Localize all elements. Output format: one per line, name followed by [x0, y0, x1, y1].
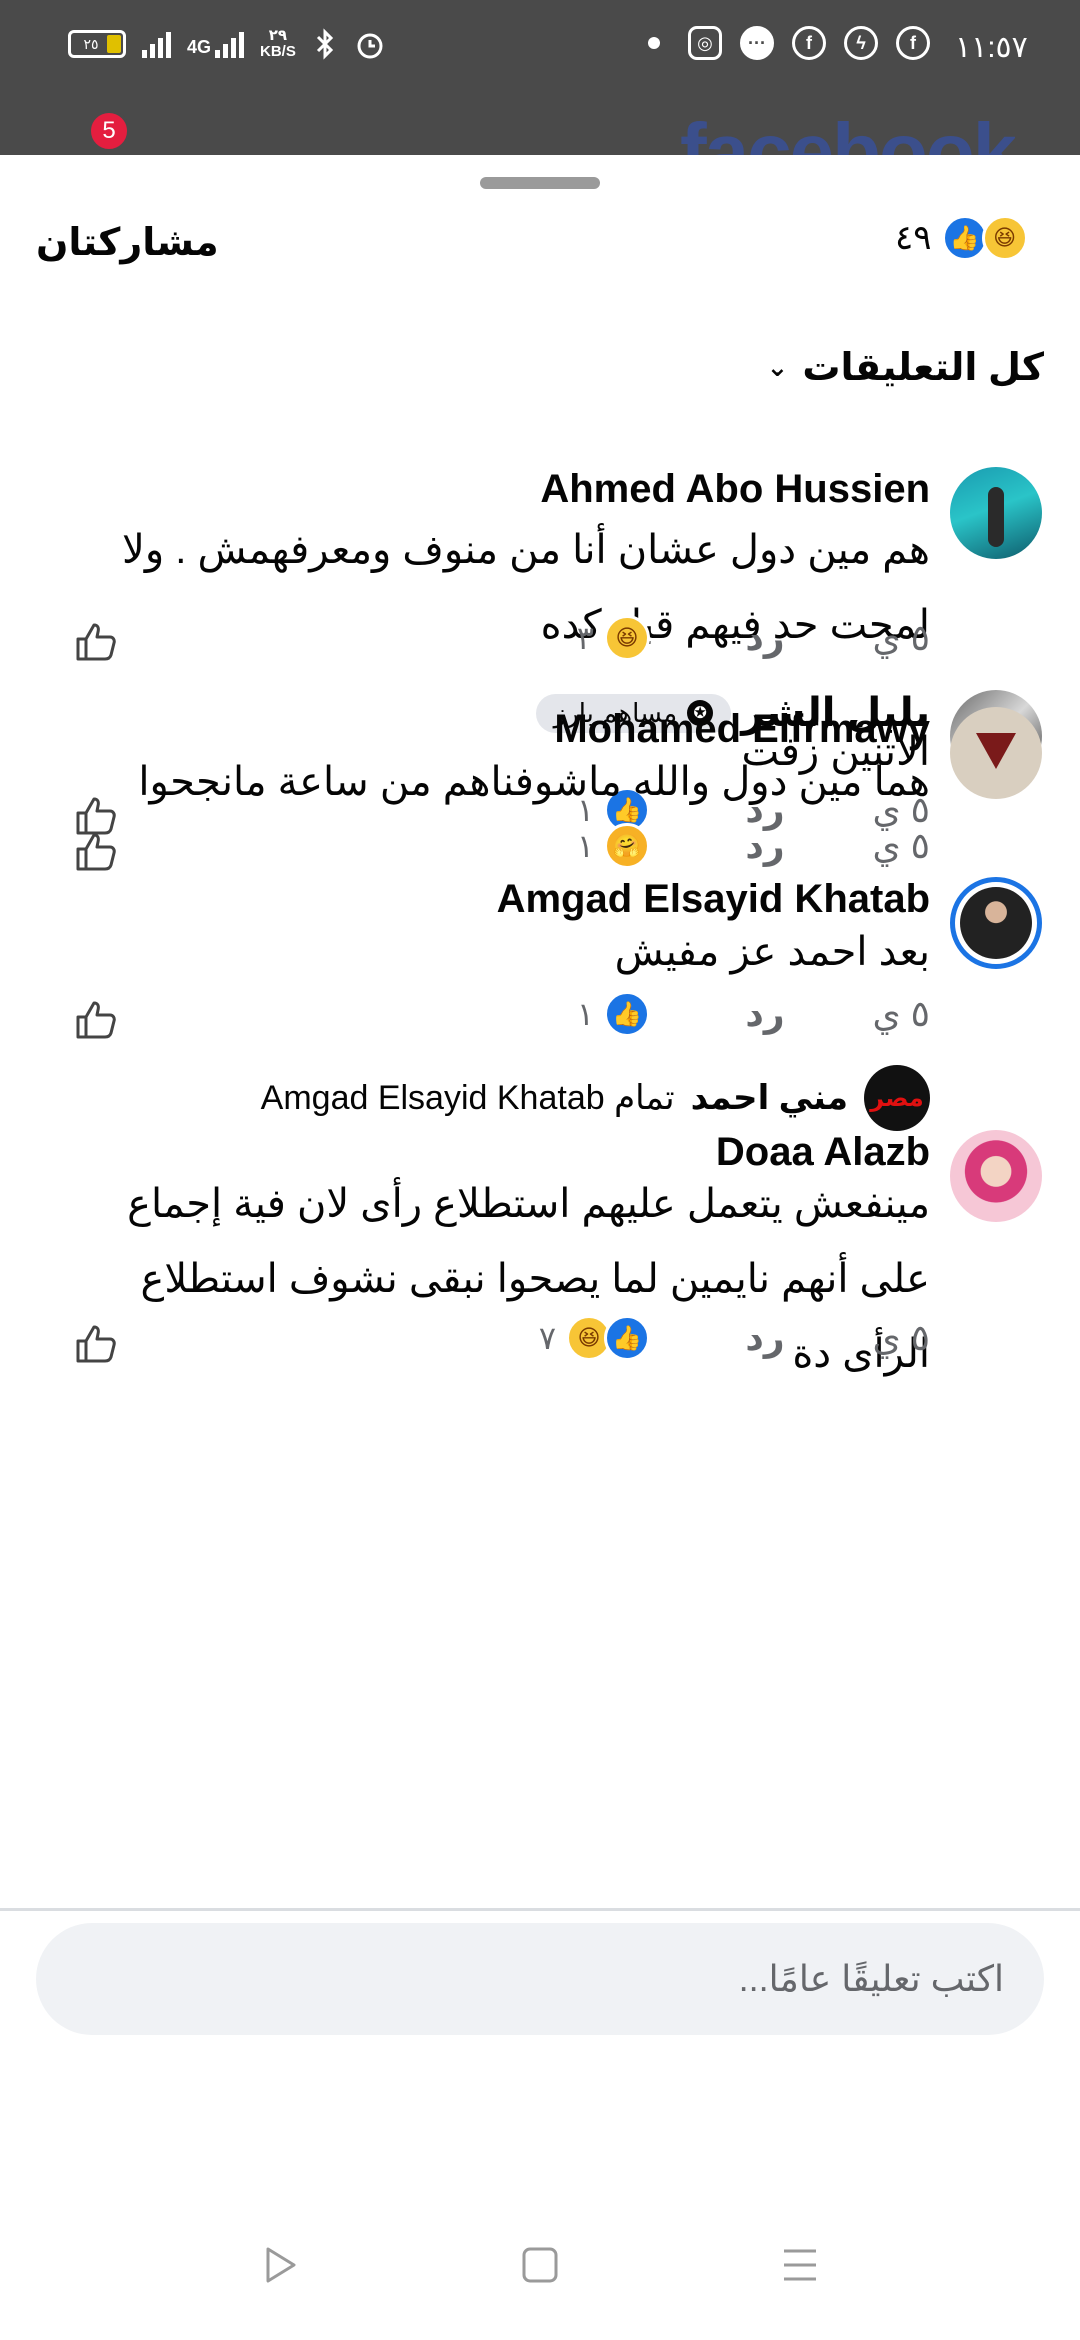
network-type: 4G	[187, 37, 212, 57]
haha-emoji-icon: 😆	[604, 615, 650, 661]
comment-meta: ٥ ي رد ٣ 😆	[577, 615, 930, 661]
navigation-bar	[0, 2185, 1080, 2340]
facebook-icon-2: f	[896, 26, 930, 60]
comment-time: ٥ ي	[872, 825, 930, 866]
comment-author[interactable]: Ahmed Abo Hussien	[540, 467, 930, 512]
reply-button[interactable]: رد	[690, 1317, 840, 1359]
comment-composer[interactable]	[36, 1923, 1044, 2035]
menu-lines-icon[interactable]	[770, 2235, 830, 2295]
comment-text: بعد احمد عز مفيش	[614, 930, 930, 974]
back-triangle-icon[interactable]	[250, 2235, 310, 2295]
care-emoji-icon: 🤗	[604, 823, 650, 869]
status-bar: ٢٥ 4G ٢٩ KB/S ◎ ··· f ϟ f ١١:٥٧ 5 facebo…	[0, 0, 1080, 155]
network-speed: ٢٩ KB/S	[260, 28, 296, 60]
comment-time: ٥ ي	[872, 617, 930, 658]
signal-4g-icon: 4G	[187, 30, 245, 58]
reply-preview[interactable]: مصر مني احمد تمام Amgad Elsayid Khatab	[261, 1065, 930, 1131]
like-thumb-icon[interactable]	[72, 995, 120, 1043]
like-thumb-icon[interactable]	[72, 1319, 120, 1367]
battery-icon: ٢٥	[68, 30, 126, 58]
facebook-icon: f	[792, 26, 826, 60]
like-thumb-icon[interactable]	[72, 617, 120, 665]
avatar[interactable]	[950, 467, 1042, 559]
chat-bubble-icon: ···	[740, 26, 774, 60]
alarm-icon	[357, 33, 383, 59]
bluetooth-icon	[316, 28, 333, 60]
comment-reaction-count: ١	[576, 996, 594, 1032]
comment-input[interactable]	[36, 1923, 1044, 2035]
reaction-total: ٤٩	[895, 219, 932, 257]
status-right-group: ◎ ··· f ϟ f	[648, 26, 930, 60]
comment-text: هما مين دول والله ماشوفناهم من ساعة مانج…	[138, 760, 930, 804]
battery-level: ٢٥	[83, 35, 99, 52]
haha-emoji-icon: 😆	[981, 215, 1028, 261]
notification-count-badge: 5	[88, 110, 130, 152]
instagram-icon: ◎	[688, 26, 722, 60]
comment-filter-dropdown[interactable]: كل التعليقات ⌄	[767, 345, 1044, 390]
comment-reaction-count: ١	[576, 828, 594, 864]
comment-time: ٥ ي	[872, 993, 930, 1034]
avatar[interactable]	[950, 1130, 1042, 1222]
reply-text: تمام Amgad Elsayid Khatab	[260, 1079, 675, 1117]
composer-divider	[0, 1908, 1080, 1911]
like-thumb-icon: 👍	[941, 215, 988, 261]
comment-meta: ٥ ي رد ٧ 😆 👍	[539, 1315, 930, 1361]
comment-reactions[interactable]: ٧ 😆 👍	[539, 1315, 650, 1361]
shares-title[interactable]: مشاركتان	[36, 220, 219, 265]
filter-label: كل التعليقات	[802, 347, 1044, 389]
comment-reaction-count: ٧	[538, 1320, 556, 1356]
network-speed-value: ٢٩	[268, 27, 288, 44]
chevron-down-icon: ⌄	[766, 352, 789, 382]
like-thumb-icon: 👍	[604, 991, 650, 1037]
clock: ١١:٥٧	[955, 31, 1028, 64]
messenger-icon: ϟ	[844, 26, 878, 60]
avatar: مصر	[864, 1065, 930, 1131]
avatar[interactable]	[950, 707, 1042, 799]
comment-meta: ٥ ي رد ١ 🤗	[577, 823, 930, 869]
comment-time: ٥ ي	[872, 1317, 930, 1358]
reply-avatar-text: مصر	[870, 1084, 924, 1112]
sheet-drag-handle[interactable]	[480, 177, 600, 189]
like-thumb-icon[interactable]	[72, 827, 120, 875]
like-thumb-icon: 👍	[604, 1315, 650, 1361]
status-left-group: ٢٥ 4G ٢٩ KB/S	[68, 28, 386, 60]
comment-meta: ٥ ي رد ١ 👍	[577, 991, 930, 1037]
reply-button[interactable]: رد	[690, 617, 840, 659]
reply-button[interactable]: رد	[690, 825, 840, 867]
home-square-icon[interactable]	[510, 2235, 570, 2295]
comment-reactions[interactable]: ٣ 😆	[577, 615, 650, 661]
comment-reactions[interactable]: ١ 🤗	[577, 823, 650, 869]
reply-author[interactable]: مني احمد	[691, 1078, 848, 1118]
comment-reactions[interactable]: ١ 👍	[577, 991, 650, 1037]
network-speed-unit: KB/S	[260, 43, 296, 60]
reaction-summary[interactable]: ٤٩ 👍 😆	[895, 215, 1028, 261]
signal-icon	[142, 30, 171, 58]
reply-button[interactable]: رد	[690, 993, 840, 1035]
comment-reaction-count: ٣	[576, 620, 594, 656]
notification-dot-icon	[648, 37, 660, 49]
avatar[interactable]	[950, 877, 1042, 969]
facebook-logo: facebook	[680, 112, 1015, 155]
